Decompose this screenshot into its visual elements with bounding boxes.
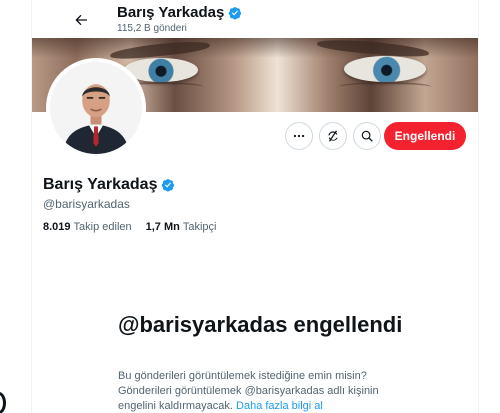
blocked-notice-body: Bu gönderileri görüntülemek istediğine e…	[118, 369, 403, 413]
verified-badge-icon	[228, 6, 242, 20]
right-gutter	[478, 0, 500, 413]
search-profile-button[interactable]	[353, 122, 381, 150]
blocked-button[interactable]: Engellendi	[384, 122, 466, 150]
profile-header: Barış Yarkadaş 115,2 B gönderi	[32, 0, 478, 38]
followers-label: Takipçi	[182, 221, 217, 233]
verified-badge-icon[interactable]	[161, 178, 175, 192]
header-post-count: 115,2 B gönderi	[117, 23, 187, 34]
following-label: Takip edilen	[73, 221, 132, 233]
profile-handle: @barisyarkadas	[43, 197, 130, 211]
arrow-left-icon	[75, 14, 87, 26]
avatar[interactable]	[46, 58, 146, 158]
blocked-notice-title: @barisyarkadas engellendi	[118, 312, 403, 337]
left-gutter	[0, 0, 31, 413]
following-link[interactable]: 8.019 Takip edilen	[43, 221, 132, 233]
header-name: Barış Yarkadaş	[117, 4, 225, 21]
profile-name: Barış Yarkadaş	[43, 176, 175, 194]
profile-page: Barış Yarkadaş 115,2 B gönderi Engellend…	[0, 0, 500, 413]
header-title: Barış Yarkadaş	[117, 4, 242, 21]
notification-off-icon	[328, 130, 338, 142]
followers-link[interactable]: 1,7 Mn Takipçi	[146, 221, 217, 233]
learn-more-link[interactable]: Daha fazla bilgi al	[236, 400, 323, 412]
notifications-button[interactable]	[319, 122, 347, 150]
profile-display-name: Barış Yarkadaş	[43, 176, 158, 193]
back-button[interactable]	[66, 5, 96, 35]
profile-stats: 8.019 Takip edilen 1,7 Mn Takipçi	[43, 221, 216, 233]
followers-count: 1,7 Mn	[145, 221, 180, 233]
following-count: 8.019	[43, 221, 71, 233]
more-options-button[interactable]	[285, 122, 313, 150]
search-icon	[361, 130, 373, 142]
more-icon	[293, 134, 305, 138]
